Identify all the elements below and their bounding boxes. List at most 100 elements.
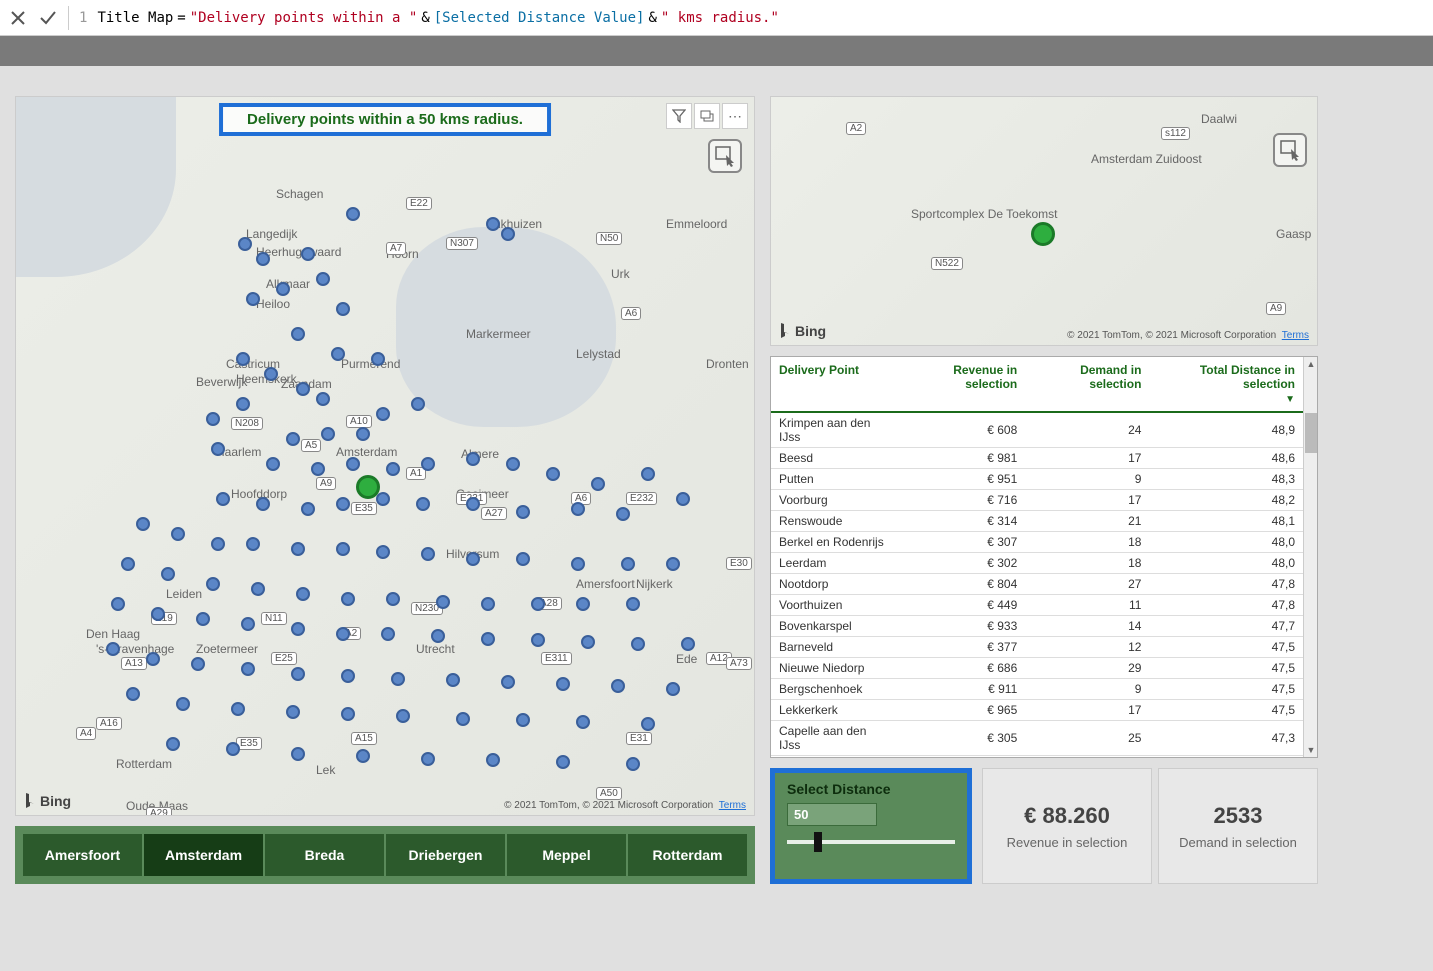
delivery-point-marker[interactable]	[196, 612, 210, 626]
delivery-point-marker[interactable]	[576, 597, 590, 611]
delivery-point-marker[interactable]	[626, 597, 640, 611]
col-distance[interactable]: Total Distance in selection ▼	[1149, 357, 1303, 412]
table-row[interactable]: Putten€ 951948,3	[771, 469, 1303, 490]
delivery-point-marker[interactable]	[356, 427, 370, 441]
delivery-point-marker[interactable]	[376, 407, 390, 421]
delivery-point-marker[interactable]	[241, 617, 255, 631]
filter-icon[interactable]	[666, 103, 692, 129]
table-row[interactable]: Krimpen aan den IJss€ 6082448,9	[771, 412, 1303, 448]
table-row[interactable]: Capelle aan den IJss€ 3052547,3	[771, 721, 1303, 756]
city-tab-driebergen[interactable]: Driebergen	[386, 834, 505, 876]
delivery-point-marker[interactable]	[346, 457, 360, 471]
delivery-point-marker[interactable]	[336, 497, 350, 511]
city-tab-amsterdam[interactable]: Amsterdam	[144, 834, 263, 876]
depot-marker[interactable]	[1031, 222, 1055, 246]
delivery-point-marker[interactable]	[571, 557, 585, 571]
delivery-point-marker[interactable]	[386, 592, 400, 606]
delivery-point-marker[interactable]	[376, 545, 390, 559]
delivery-point-marker[interactable]	[486, 217, 500, 231]
city-tab-breda[interactable]: Breda	[265, 834, 384, 876]
delivery-point-marker[interactable]	[231, 702, 245, 716]
scroll-thumb[interactable]	[1305, 413, 1317, 453]
delivery-point-marker[interactable]	[666, 682, 680, 696]
delivery-point-marker[interactable]	[276, 282, 290, 296]
delivery-point-marker[interactable]	[391, 672, 405, 686]
kpi-revenue[interactable]: € 88.260 Revenue in selection	[982, 768, 1152, 884]
delivery-point-marker[interactable]	[246, 292, 260, 306]
delivery-point-marker[interactable]	[396, 709, 410, 723]
delivery-point-marker[interactable]	[206, 577, 220, 591]
scroll-up-icon[interactable]: ▲	[1304, 357, 1318, 371]
delivery-point-marker[interactable]	[311, 462, 325, 476]
delivery-point-marker[interactable]	[216, 492, 230, 506]
delivery-point-marker[interactable]	[666, 557, 680, 571]
delivery-point-marker[interactable]	[301, 502, 315, 516]
delivery-point-marker[interactable]	[466, 552, 480, 566]
delivery-point-marker[interactable]	[681, 637, 695, 651]
col-delivery-point[interactable]: Delivery Point	[771, 357, 899, 412]
delivery-point-marker[interactable]	[346, 207, 360, 221]
table-row[interactable]: Bovenkarspel€ 9331447,7	[771, 616, 1303, 637]
city-tab-amersfoort[interactable]: Amersfoort	[23, 834, 142, 876]
delivery-point-marker[interactable]	[171, 527, 185, 541]
delivery-point-marker[interactable]	[296, 382, 310, 396]
delivery-point-marker[interactable]	[236, 397, 250, 411]
delivery-point-marker[interactable]	[386, 462, 400, 476]
kpi-demand[interactable]: 2533 Demand in selection	[1158, 768, 1318, 884]
delivery-point-marker[interactable]	[301, 247, 315, 261]
map-select-icon[interactable]	[708, 139, 742, 173]
delivery-point-marker[interactable]	[291, 622, 305, 636]
formula-text[interactable]: 1 Title Map = "Delivery points within a …	[79, 10, 779, 26]
table-row[interactable]: Berkel en Rodenrijs€ 3071848,0	[771, 532, 1303, 553]
terms-link[interactable]: Terms	[1282, 330, 1309, 341]
delivery-point-marker[interactable]	[316, 272, 330, 286]
delivery-point-marker[interactable]	[291, 747, 305, 761]
delivery-point-marker[interactable]	[516, 713, 530, 727]
delivery-point-marker[interactable]	[676, 492, 690, 506]
delivery-point-marker[interactable]	[238, 237, 252, 251]
delivery-point-marker[interactable]	[546, 467, 560, 481]
delivery-point-marker[interactable]	[226, 742, 240, 756]
delivery-point-marker[interactable]	[641, 467, 655, 481]
delivery-point-marker[interactable]	[626, 757, 640, 771]
delivery-point-marker[interactable]	[621, 557, 635, 571]
delivery-point-marker[interactable]	[506, 457, 520, 471]
delivery-point-marker[interactable]	[286, 705, 300, 719]
delivery-point-marker[interactable]	[591, 477, 605, 491]
scroll-down-icon[interactable]: ▼	[1304, 743, 1318, 757]
delivery-point-marker[interactable]	[291, 327, 305, 341]
table-row[interactable]: Voorthuizen€ 4491147,8	[771, 595, 1303, 616]
formula-commit-button[interactable]	[38, 8, 58, 28]
delivery-point-marker[interactable]	[336, 542, 350, 556]
table-scrollbar[interactable]: ▲ ▼	[1303, 357, 1317, 757]
focus-mode-icon[interactable]	[694, 103, 720, 129]
delivery-point-marker[interactable]	[241, 662, 255, 676]
delivery-point-marker[interactable]	[501, 227, 515, 241]
table-row[interactable]: Barneveld€ 3771247,5	[771, 637, 1303, 658]
delivery-point-marker[interactable]	[611, 679, 625, 693]
delivery-point-marker[interactable]	[581, 635, 595, 649]
delivery-point-marker[interactable]	[421, 457, 435, 471]
slider-thumb[interactable]	[814, 832, 822, 852]
mini-map-surface[interactable]: A2s112A9N522DaalwiAmsterdam ZuidoostSpor…	[771, 97, 1317, 345]
delivery-point-marker[interactable]	[341, 707, 355, 721]
delivery-point-marker[interactable]	[371, 352, 385, 366]
table-row[interactable]: Bergschenhoek€ 911947,5	[771, 679, 1303, 700]
table-row[interactable]: Beesd€ 9811748,6	[771, 448, 1303, 469]
delivery-point-marker[interactable]	[316, 392, 330, 406]
delivery-point-marker[interactable]	[236, 352, 250, 366]
delivery-point-marker[interactable]	[291, 542, 305, 556]
terms-link[interactable]: Terms	[719, 800, 746, 811]
delivery-point-marker[interactable]	[556, 677, 570, 691]
delivery-point-marker[interactable]	[516, 552, 530, 566]
delivery-point-marker[interactable]	[436, 595, 450, 609]
delivery-point-marker[interactable]	[531, 633, 545, 647]
delivery-point-marker[interactable]	[286, 432, 300, 446]
more-options-icon[interactable]: ⋯	[722, 103, 748, 129]
city-tab-meppel[interactable]: Meppel	[507, 834, 626, 876]
delivery-point-marker[interactable]	[206, 412, 220, 426]
delivery-point-marker[interactable]	[264, 367, 278, 381]
delivery-point-marker[interactable]	[121, 557, 135, 571]
delivery-point-marker[interactable]	[126, 687, 140, 701]
delivery-point-marker[interactable]	[631, 637, 645, 651]
